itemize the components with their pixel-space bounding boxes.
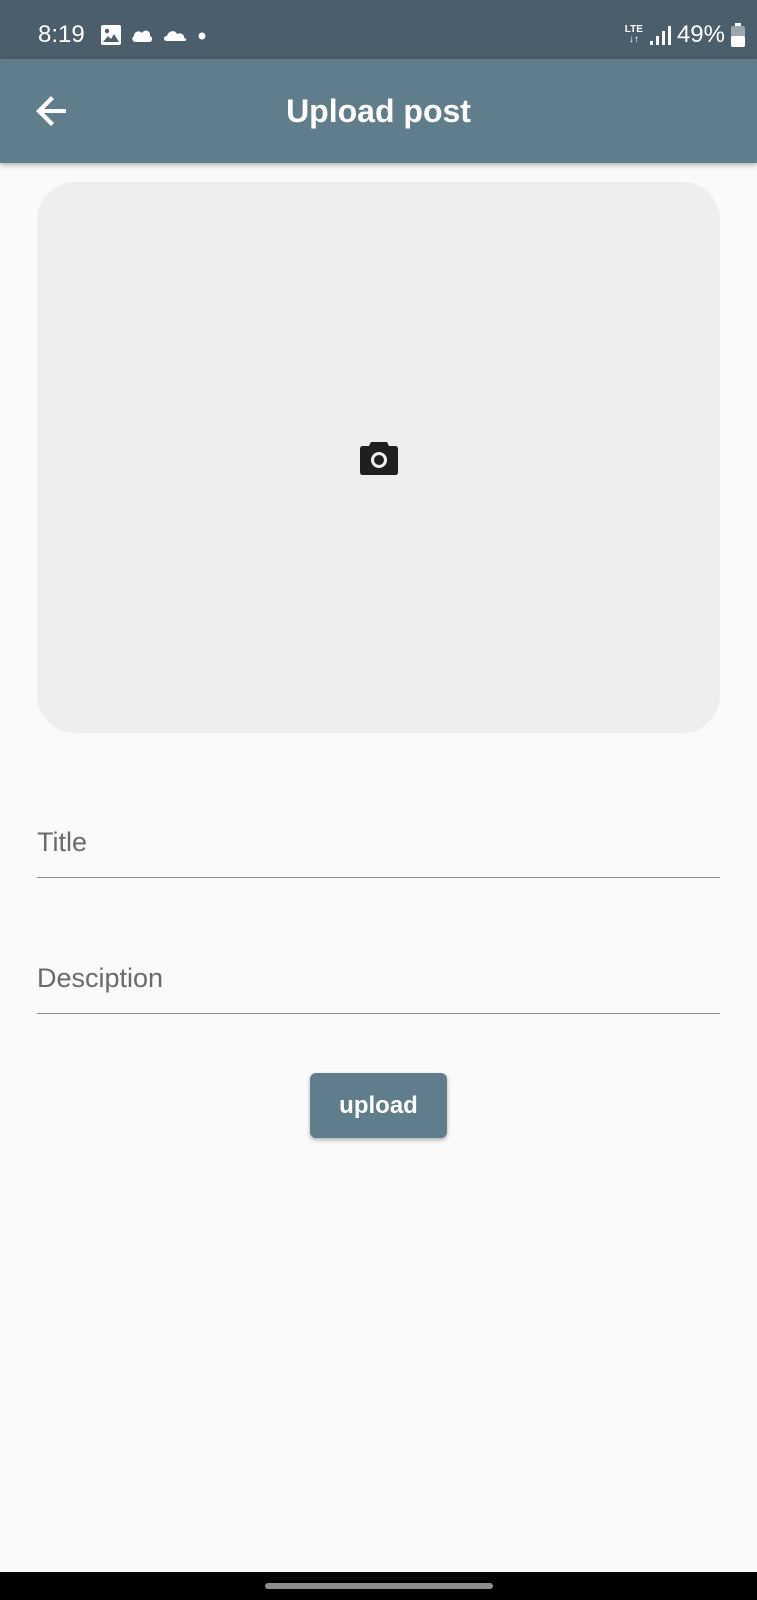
description-field <box>37 958 720 1014</box>
status-time: 8:19 <box>38 21 85 48</box>
status-icons-left <box>100 22 208 48</box>
page-title: Upload post <box>286 93 471 129</box>
battery-icon <box>731 23 745 47</box>
status-icons-right: LTE ↓↑ 49% <box>625 20 745 50</box>
image-icon <box>101 25 121 45</box>
app-bar: Upload post <box>0 59 757 163</box>
camera-icon <box>360 442 398 475</box>
lte-icon: LTE ↓↑ <box>625 25 643 45</box>
navigation-bar <box>0 1572 757 1600</box>
description-underline <box>37 1013 720 1014</box>
description-input[interactable] <box>37 958 720 998</box>
upload-button[interactable]: upload <box>310 1073 447 1138</box>
title-field <box>37 822 720 878</box>
dot-icon <box>198 32 206 40</box>
title-input[interactable] <box>37 822 720 862</box>
cloud-icon <box>164 31 187 41</box>
cloud-icon <box>132 30 153 42</box>
signal-icon <box>649 26 671 45</box>
status-bar: 8:19 LTE ↓↑ 49% <box>0 0 757 59</box>
battery-percentage: 49% <box>676 21 725 48</box>
data-arrows: ↓↑ <box>628 34 639 45</box>
home-indicator[interactable] <box>265 1583 493 1589</box>
title-underline <box>37 877 720 878</box>
image-picker[interactable] <box>37 182 720 733</box>
